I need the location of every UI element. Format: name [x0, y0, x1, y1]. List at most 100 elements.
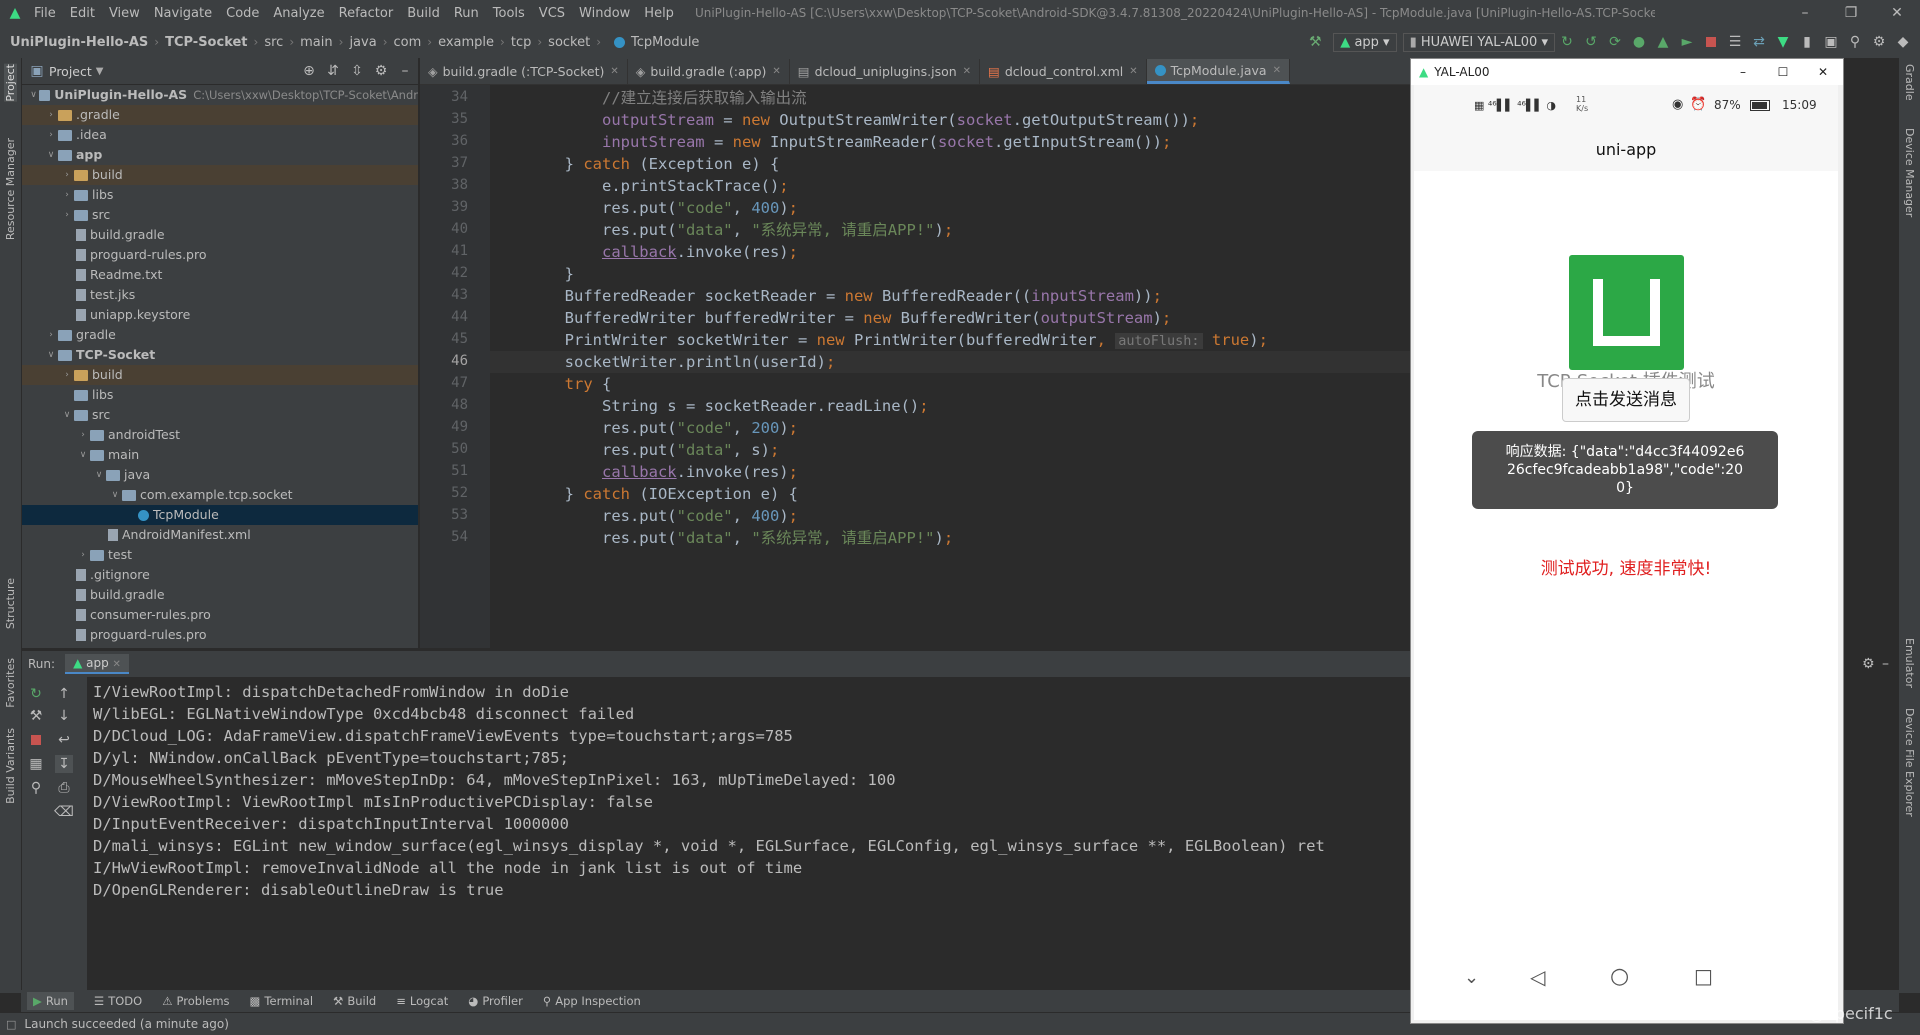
sync-gradle-icon[interactable]: ⇄	[1750, 33, 1768, 51]
menu-view[interactable]: View	[102, 6, 147, 21]
tool-tab-run[interactable]: ▶ Run	[27, 992, 74, 1010]
chevron-down-icon[interactable]: ∨	[108, 485, 122, 505]
tool-tab-app-inspection[interactable]: ⚲ App Inspection	[543, 994, 641, 1008]
hide-run-panel-icon[interactable]: –	[1882, 656, 1889, 672]
tree-item[interactable]: › .idea	[22, 125, 418, 145]
menu-refactor[interactable]: Refactor	[332, 6, 401, 21]
close-tab-icon[interactable]: ✕	[1273, 65, 1281, 76]
tree-item[interactable]: ∨ TCP-Socket	[22, 345, 418, 365]
run-config-select[interactable]: ▲ app ▾	[1333, 32, 1397, 52]
tool-tab-problems[interactable]: ⚠ Problems	[162, 994, 229, 1008]
tool-window-device-file-explorer[interactable]: Device File Explorer	[1903, 708, 1916, 817]
chevron-right-icon[interactable]: ›	[44, 105, 58, 125]
avd-manager-icon[interactable]: ☰	[1726, 33, 1744, 51]
close-tab-icon[interactable]: ✕	[1129, 66, 1137, 77]
run-tab-app[interactable]: ▲ app ✕	[65, 654, 129, 674]
breadcrumb-example[interactable]: example	[438, 35, 494, 50]
chevron-down-icon[interactable]: ∨	[60, 405, 74, 425]
tree-item[interactable]: libs	[22, 385, 418, 405]
tree-item[interactable]: uniapp.keystore	[22, 305, 418, 325]
menu-analyze[interactable]: Analyze	[266, 6, 331, 21]
tree-item[interactable]: › .gradle	[22, 105, 418, 125]
tree-item[interactable]: proguard-rules.pro	[22, 625, 418, 645]
breadcrumb-src[interactable]: src	[264, 35, 283, 50]
settings-icon[interactable]: ⚙	[372, 62, 390, 80]
layout-inspector-icon[interactable]: ▣	[1822, 33, 1840, 51]
chevron-down-icon[interactable]: ∨	[76, 445, 90, 465]
menu-code[interactable]: Code	[219, 6, 266, 21]
apply-changes-icon[interactable]: ↺	[1582, 33, 1600, 51]
clear-all-icon[interactable]: ⌫	[54, 803, 74, 821]
breadcrumb-module[interactable]: TCP-Socket	[165, 35, 247, 50]
breadcrumb-project[interactable]: UniPlugin-Hello-AS	[10, 35, 148, 50]
chevron-right-icon[interactable]: ›	[60, 365, 74, 385]
tree-item[interactable]: TcpModule	[22, 505, 418, 525]
chevron-right-icon[interactable]: ›	[60, 185, 74, 205]
editor-settings-icon[interactable]: ⚙	[1862, 656, 1875, 672]
tool-window-structure[interactable]: Structure	[4, 578, 17, 629]
chevron-down-icon[interactable]: ∨	[44, 345, 58, 365]
tree-item[interactable]: Readme.txt	[22, 265, 418, 285]
restore-icon[interactable]: ❐	[1828, 0, 1874, 26]
expand-all-icon[interactable]: ⇵	[324, 62, 342, 80]
wrench-icon[interactable]: ⚒	[27, 707, 45, 725]
breadcrumb-java[interactable]: java	[349, 35, 376, 50]
back-icon[interactable]: ◁	[1530, 965, 1545, 989]
chevron-right-icon[interactable]: ›	[76, 425, 90, 445]
chevron-right-icon[interactable]: ›	[60, 205, 74, 225]
menu-run[interactable]: Run	[447, 6, 486, 21]
tree-item[interactable]: › test	[22, 545, 418, 565]
layout-icon[interactable]: ▦	[27, 755, 45, 773]
stop-icon[interactable]	[1702, 33, 1720, 51]
scroll-to-end-icon[interactable]: ↧	[55, 755, 73, 773]
tree-item[interactable]: ∨ main	[22, 445, 418, 465]
tree-item[interactable]: AndroidManifest.xml	[22, 525, 418, 545]
profile-icon[interactable]: ▲	[1654, 33, 1672, 51]
breadcrumb-socket[interactable]: socket	[548, 35, 590, 50]
search-icon[interactable]: ⚲	[1846, 33, 1864, 51]
close-tab-icon[interactable]: ✕	[772, 66, 780, 77]
tree-item[interactable]: .gitignore	[22, 565, 418, 585]
minimize-icon[interactable]: –	[1782, 0, 1828, 26]
tab-dcloud-control-xml[interactable]: ▤ dcloud_control.xml ✕	[980, 59, 1147, 84]
scroll-up-icon[interactable]: ↑	[55, 685, 73, 703]
soft-wrap-icon[interactable]: ↩	[55, 731, 73, 749]
menu-window[interactable]: Window	[572, 6, 637, 21]
chevron-down-icon[interactable]: ∨	[44, 145, 58, 165]
tree-item[interactable]: ∨ app	[22, 145, 418, 165]
sdk-manager-icon[interactable]: ▼	[1774, 33, 1792, 51]
tab-build-gradle-tcp-socket[interactable]: ◈ build.gradle (:TCP-Socket) ✕	[420, 59, 628, 84]
tool-window-project[interactable]: Project	[4, 64, 17, 102]
tree-item[interactable]: consumer-rules.pro	[22, 605, 418, 625]
tree-item[interactable]: › build	[22, 365, 418, 385]
breadcrumb-main[interactable]: main	[300, 35, 332, 50]
menu-file[interactable]: File	[27, 6, 63, 21]
menu-navigate[interactable]: Navigate	[147, 6, 219, 21]
tool-tab-logcat[interactable]: ≡ Logcat	[396, 994, 448, 1008]
settings-icon[interactable]: ⚙	[1870, 33, 1888, 51]
breadcrumb-class[interactable]: TcpModule	[631, 35, 699, 50]
tree-item[interactable]: ∨ java	[22, 465, 418, 485]
apply-code-changes-icon[interactable]: ⟳	[1606, 33, 1624, 51]
tree-item[interactable]: ∨ src	[22, 405, 418, 425]
chevron-right-icon[interactable]: ›	[76, 545, 90, 565]
close-tab-icon[interactable]: ✕	[963, 66, 971, 77]
tab-dcloud-uniplugins-json[interactable]: ▤ dcloud_uniplugins.json ✕	[790, 59, 981, 84]
device-manager-icon[interactable]: ▮	[1798, 33, 1816, 51]
rerun-icon[interactable]: ↻	[1558, 33, 1576, 51]
tool-tab-terminal[interactable]: ▩ Terminal	[250, 994, 313, 1008]
tool-window-favorites[interactable]: Favorites	[4, 658, 17, 708]
home-icon[interactable]: ○	[1610, 964, 1629, 989]
collapse-all-icon[interactable]: ⇳	[348, 62, 366, 80]
chevron-right-icon[interactable]: ›	[44, 325, 58, 345]
nav-down-icon[interactable]: ⌄	[1464, 967, 1479, 988]
project-view-select[interactable]: Project	[49, 64, 92, 79]
tool-window-resource-manager[interactable]: Resource Manager	[4, 138, 17, 240]
tree-item[interactable]: test.jks	[22, 285, 418, 305]
tree-item[interactable]: build.gradle	[22, 225, 418, 245]
tree-item[interactable]: › build	[22, 165, 418, 185]
menu-build[interactable]: Build	[400, 6, 447, 21]
menu-edit[interactable]: Edit	[63, 6, 102, 21]
tool-tab-profiler[interactable]: ◕ Profiler	[468, 994, 523, 1008]
chevron-right-icon[interactable]: ›	[44, 125, 58, 145]
